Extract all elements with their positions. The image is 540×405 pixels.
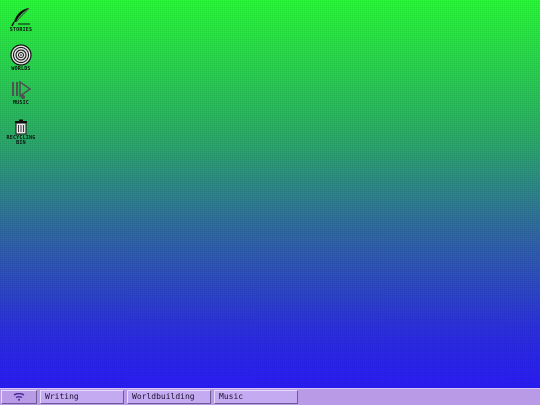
desktop-icon-music[interactable]: MUSIC [1,80,41,106]
taskbar: Writing Worldbuilding Music [0,388,540,405]
spiral-icon [10,44,32,66]
desktop-icon-label: WORLDS [11,66,31,72]
start-menu-icon [13,393,25,401]
desktop-icon-worlds[interactable]: WORLDS [1,44,41,72]
taskbar-button-music[interactable]: Music [214,390,298,404]
recycling-bin-icon [15,119,27,135]
desktop-icon-recycling-bin[interactable]: RECYCLING BIN [1,119,41,146]
desktop: STORIES WORLDS MUSIC RECYCLING BIN [0,0,540,388]
music-play-icon [12,80,32,99]
desktop-icon-stories[interactable]: STORIES [1,7,41,33]
desktop-icon-label: MUSIC [12,100,30,106]
quill-icon [11,7,30,27]
desktop-icon-label: STORIES [9,27,33,33]
start-button[interactable] [1,390,37,404]
taskbar-button-worldbuilding[interactable]: Worldbuilding [127,390,211,404]
taskbar-button-writing[interactable]: Writing [40,390,124,404]
desktop-icon-label: RECYCLING BIN [6,135,36,146]
